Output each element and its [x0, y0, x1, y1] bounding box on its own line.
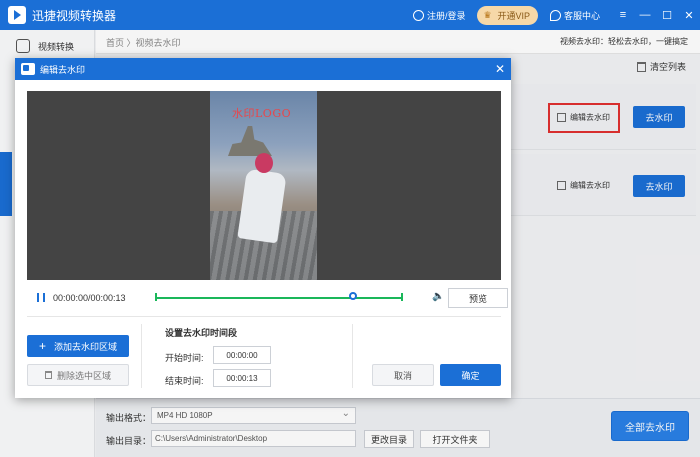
- end-time-input[interactable]: 00:00:13: [213, 369, 271, 387]
- app-logo-icon: [8, 6, 26, 24]
- segment-title: 设置去水印时间段: [165, 328, 238, 338]
- app-title: 迅捷视频转换器: [32, 8, 117, 23]
- user-icon: [412, 9, 424, 21]
- dialog-close-button[interactable]: ✕: [495, 62, 505, 76]
- trash-icon: [44, 371, 52, 379]
- add-area-label: 添加去水印区域: [54, 341, 118, 352]
- delete-area-label: 删除选中区域: [56, 370, 111, 381]
- dialog-header: 编辑去水印 ✕: [15, 58, 511, 80]
- edit-watermark-dialog: 编辑去水印 ✕ 水印LOGO 00:00:00/00:00:13 🔈 预览 + …: [15, 58, 511, 398]
- divider: [352, 324, 353, 388]
- person-head-shape: [255, 153, 273, 173]
- start-time-label: 开始时间:: [165, 353, 204, 363]
- timeline-track[interactable]: [155, 297, 403, 299]
- chat-bubble-icon: [549, 9, 561, 21]
- customer-service-label: 客服中心: [563, 10, 600, 21]
- open-vip-button[interactable]: ♛ 开通VIP: [477, 5, 538, 25]
- title-bar: 迅捷视频转换器 注册/登录 ♛ 开通VIP 客服中心 ≡ — ☐ ✕: [0, 0, 700, 30]
- customer-service-link[interactable]: 客服中心: [549, 9, 600, 22]
- delete-selected-area-button[interactable]: 删除选中区域: [27, 364, 129, 386]
- plus-icon: +: [38, 339, 46, 353]
- crown-icon: ♛: [483, 9, 492, 20]
- divider: [27, 316, 501, 317]
- menu-icon[interactable]: ≡: [612, 9, 634, 21]
- vip-label: 开通VIP: [497, 10, 530, 21]
- video-preview[interactable]: 水印LOGO: [27, 91, 501, 280]
- maximize-button[interactable]: ☐: [656, 9, 678, 22]
- preview-button[interactable]: 预览: [448, 288, 508, 308]
- pause-icon[interactable]: [37, 293, 45, 302]
- add-watermark-area-button[interactable]: + 添加去水印区域: [27, 335, 129, 357]
- volume-icon[interactable]: 🔈: [432, 292, 444, 302]
- player-controls: 00:00:00/00:00:13 🔈 预览: [27, 288, 508, 308]
- end-time-label: 结束时间:: [165, 376, 204, 386]
- dialog-title: 编辑去水印: [40, 64, 86, 75]
- minimize-button[interactable]: —: [634, 9, 656, 21]
- watermark-edit-icon: [21, 63, 35, 75]
- watermark-logo-text[interactable]: 水印LOGO: [232, 105, 291, 121]
- time-display: 00:00:00/00:00:13: [53, 293, 126, 303]
- cancel-button[interactable]: 取消: [372, 364, 434, 386]
- castle-shape: [228, 126, 272, 156]
- video-frame: 水印LOGO: [210, 91, 317, 280]
- register-login-link[interactable]: 注册/登录: [412, 9, 466, 22]
- confirm-button[interactable]: 确定: [440, 364, 501, 386]
- register-login-label: 注册/登录: [426, 10, 466, 21]
- close-window-button[interactable]: ✕: [678, 9, 700, 22]
- title-bar-actions: 注册/登录 ♛ 开通VIP 客服中心 ≡ — ☐ ✕: [412, 0, 700, 30]
- start-time-input[interactable]: 00:00:00: [213, 346, 271, 364]
- divider: [141, 324, 142, 388]
- timeline-end-handle[interactable]: [401, 293, 403, 301]
